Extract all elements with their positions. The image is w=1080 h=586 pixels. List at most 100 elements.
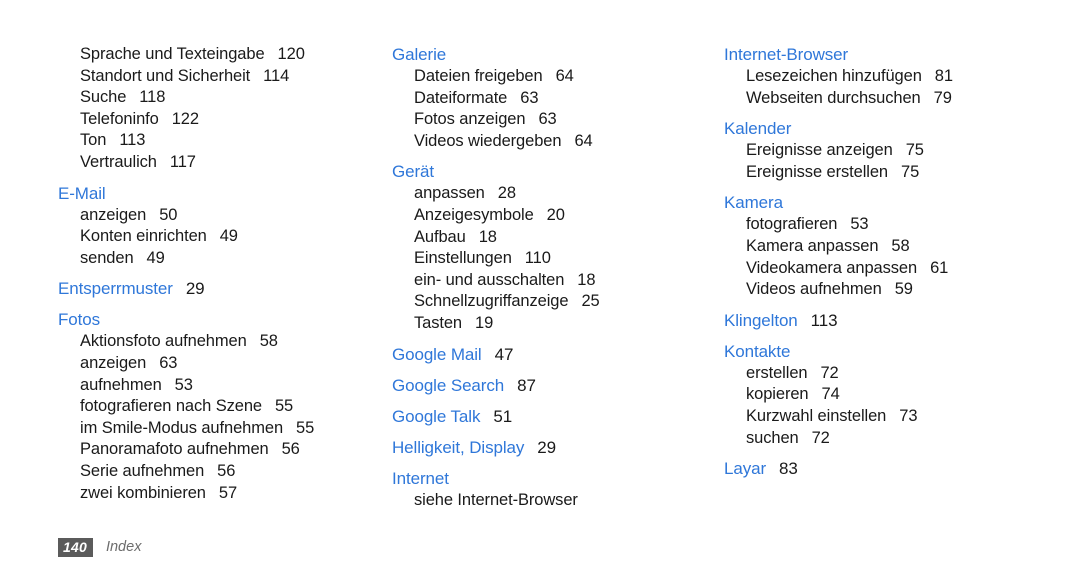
index-entry[interactable]: Panoramafoto aufnehmen 56 [58, 439, 392, 461]
index-entry-label: anzeigen [80, 353, 147, 372]
index-entry-page-number: 58 [259, 332, 278, 351]
index-entry[interactable]: Einstellungen 110 [392, 248, 724, 270]
index-heading-label: Kontakte [724, 341, 791, 361]
index-entry-label: Panoramafoto aufnehmen [80, 440, 269, 459]
index-entry[interactable]: Videos aufnehmen 59 [724, 279, 1048, 301]
index-entry[interactable]: Sprache und Texteingabe 120 [58, 44, 392, 66]
index-entry[interactable]: Kurzwahl einstellen 73 [724, 406, 1048, 428]
index-entry[interactable]: Ton 113 [58, 130, 392, 152]
index-entry-label: Kurzwahl einstellen [746, 406, 887, 425]
index-entry[interactable]: Webseiten durchsuchen 79 [724, 88, 1048, 110]
index-entry-page-number: 56 [217, 461, 236, 480]
index-section: E-Mail anzeigen 50 Konten einrichten 49 sende… [58, 183, 392, 270]
index-section-heading[interactable]: Entsperrmuster 29 [58, 278, 392, 300]
index-heading-label: Kamera [724, 193, 783, 213]
index-entry[interactable]: Telefoninfo 122 [58, 109, 392, 131]
index-entry-page-number: 75 [901, 162, 920, 181]
index-section-heading[interactable]: Internet-Browser [724, 44, 1048, 66]
index-section-heading[interactable]: Internet [392, 468, 724, 490]
index-entry[interactable]: Ereignisse anzeigen 75 [724, 140, 1048, 162]
index-section: Kontakte erstellen 72 kopieren 74 Kurzwahl ei… [724, 341, 1048, 449]
index-entry[interactable]: Kamera anpassen 58 [724, 236, 1048, 258]
index-entry-label: siehe Internet-Browser [414, 490, 578, 509]
index-section-heading[interactable]: Klingelton 113 [724, 310, 1048, 332]
index-entry[interactable]: anzeigen 63 [58, 353, 392, 375]
index-entry-page-number: 63 [520, 88, 539, 107]
index-entry[interactable]: Konten einrichten 49 [58, 226, 392, 248]
index-columns: Sprache und Texteingabe 120 Standort und S… [58, 44, 1048, 511]
index-entry[interactable]: im Smile-Modus aufnehmen 55 [58, 418, 392, 440]
index-entry[interactable]: Dateiformate 63 [392, 88, 724, 110]
index-section-heading[interactable]: Kontakte [724, 341, 1048, 363]
index-entry[interactable]: Fotos anzeigen 63 [392, 109, 724, 131]
index-section-heading[interactable]: Kamera [724, 192, 1048, 214]
index-entry-label: aufnehmen [80, 375, 162, 394]
index-entry-page-number: 117 [169, 152, 196, 171]
index-entry-list: anpassen 28 Anzeigesymbole 20 Aufbau 18 Einste… [392, 183, 724, 334]
index-entry-label: Anzeigesymbole [414, 205, 534, 224]
index-entry[interactable]: Anzeigesymbole 20 [392, 205, 724, 227]
index-entry-page-number: 72 [811, 428, 830, 447]
index-section: Layar 83 [724, 458, 1048, 480]
index-entry[interactable]: Aufbau 18 [392, 227, 724, 249]
index-entry[interactable]: Standort und Sicherheit 114 [58, 66, 392, 88]
index-section-heading[interactable]: Gerät [392, 161, 724, 183]
index-entry[interactable]: aufnehmen 53 [58, 375, 392, 397]
index-heading-label: Kalender [724, 119, 792, 139]
index-entry-page-number: 53 [850, 215, 869, 234]
index-entry[interactable]: suchen 72 [724, 428, 1048, 450]
index-entry[interactable]: Lesezeichen hinzufügen 81 [724, 66, 1048, 88]
index-section-heading[interactable]: E-Mail [58, 183, 392, 205]
index-heading-page-number: 29 [537, 437, 556, 457]
index-entry-label: Ton [80, 131, 107, 150]
index-entry-list: siehe Internet-Browser [392, 490, 724, 512]
index-heading-label: Entsperrmuster [58, 279, 173, 299]
index-entry[interactable]: anpassen 28 [392, 183, 724, 205]
index-entry[interactable]: fotografieren nach Szene 55 [58, 396, 392, 418]
index-entry[interactable]: Ereignisse erstellen 75 [724, 162, 1048, 184]
index-section-heading[interactable]: Helligkeit, Display 29 [392, 437, 724, 459]
index-heading-label: Klingelton [724, 310, 798, 330]
index-entry-page-number: 49 [146, 248, 165, 267]
index-entry[interactable]: senden 49 [58, 248, 392, 270]
index-section: Kalender Ereignisse anzeigen 75 Ereignisse … [724, 118, 1048, 183]
index-section-heading[interactable]: Galerie [392, 44, 724, 66]
index-entry-page-number: 73 [899, 406, 918, 425]
footer-section-label: Index [105, 539, 142, 555]
index-entry-page-number: 55 [296, 418, 315, 437]
index-entry[interactable]: ein- und ausschalten 18 [392, 270, 724, 292]
index-entry-page-number: 63 [538, 110, 557, 129]
index-entry[interactable]: Aktionsfoto aufnehmen 58 [58, 331, 392, 353]
index-entry[interactable]: Videokamera anpassen 61 [724, 258, 1048, 280]
index-entry-label: Serie aufnehmen [80, 461, 205, 480]
index-entry[interactable]: siehe Internet-Browser [392, 490, 724, 512]
index-entry[interactable]: kopieren 74 [724, 384, 1048, 406]
index-entry[interactable]: zwei kombinieren 57 [58, 483, 392, 505]
index-entry-label: kopieren [746, 385, 809, 404]
index-heading-label: Fotos [58, 310, 101, 330]
index-entry[interactable]: Suche 118 [58, 87, 392, 109]
index-section: Google Mail 47 [392, 344, 724, 366]
index-entry[interactable]: Tasten 19 [392, 313, 724, 335]
index-entry-page-number: 72 [820, 363, 839, 382]
index-entry[interactable]: Serie aufnehmen 56 [58, 461, 392, 483]
index-section-heading[interactable]: Kalender [724, 118, 1048, 140]
index-section-heading[interactable]: Google Search 87 [392, 375, 724, 397]
index-entry[interactable]: Schnellzugriffanzeige 25 [392, 291, 724, 313]
index-section-heading[interactable]: Google Mail 47 [392, 344, 724, 366]
index-entry-label: Sprache und Texteingabe [80, 45, 265, 63]
index-section-heading[interactable]: Fotos [58, 309, 392, 331]
index-entry-label: Aufbau [414, 227, 466, 246]
page-number-badge: 140 [58, 538, 93, 557]
index-section-heading[interactable]: Layar 83 [724, 458, 1048, 480]
index-entry[interactable]: anzeigen 50 [58, 205, 392, 227]
index-entry[interactable]: erstellen 72 [724, 363, 1048, 385]
index-section-heading[interactable]: Google Talk 51 [392, 406, 724, 428]
index-entry[interactable]: fotografieren 53 [724, 214, 1048, 236]
index-entry[interactable]: Vertraulich 117 [58, 152, 392, 174]
index-entry-page-number: 55 [274, 397, 294, 416]
index-entry[interactable]: Videos wiedergeben 64 [392, 131, 724, 153]
index-entry[interactable]: Dateien freigeben 64 [392, 66, 724, 88]
index-section: Galerie Dateien freigeben 64 Dateiformate 63… [392, 44, 724, 152]
index-entry-label: Suche [80, 88, 127, 107]
